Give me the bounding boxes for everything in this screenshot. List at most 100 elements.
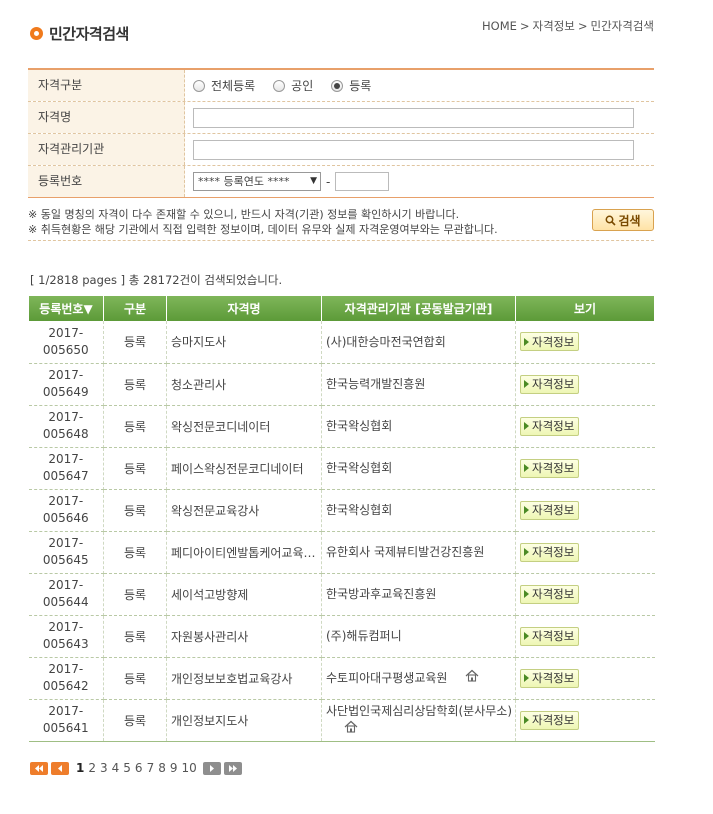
info-button-label: 자격정보 xyxy=(532,377,575,391)
arrow-right-icon xyxy=(209,764,214,772)
breadcrumb-separator: > xyxy=(519,19,530,33)
next-page-button[interactable] xyxy=(202,761,221,775)
regno-year: 2017- xyxy=(48,410,84,424)
column-header-regno[interactable]: 등록번호▼ xyxy=(28,296,104,321)
first-page-button[interactable] xyxy=(30,761,48,775)
arrow-right-icon xyxy=(524,674,529,682)
qualification-name-link[interactable]: 청소관리사 xyxy=(171,378,226,392)
qualification-name-link[interactable]: 세이석고방향제 xyxy=(171,588,248,602)
regno-input[interactable] xyxy=(335,172,390,191)
regno-serial: 005644 xyxy=(42,595,89,609)
table-row: 2017- 005641 등록 개인정보지도사 사단법인국제심리상담학회(분사무소) 자격… xyxy=(28,699,655,742)
regno-cell: 2017- 005644 xyxy=(28,573,104,616)
qualification-name-cell: 자원봉사관리사 xyxy=(166,615,322,658)
page-number-7[interactable]: 7 xyxy=(147,761,155,775)
qualification-name-cell: 페디아이티엔발톱케어교육… xyxy=(166,531,322,574)
qualification-info-button[interactable]: 자격정보 xyxy=(520,668,580,688)
org-cell: 한국왁싱협회 xyxy=(321,447,516,490)
info-button-label: 자격정보 xyxy=(532,713,575,727)
breadcrumb-home[interactable]: HOME xyxy=(482,19,517,33)
arrow-right-icon xyxy=(524,380,529,388)
home-icon[interactable] xyxy=(465,669,479,687)
arrow-right-icon xyxy=(524,337,529,346)
radio-all-registered[interactable]: 전체등록 xyxy=(193,77,255,94)
year-select[interactable]: **** 등록연도 **** ▼ xyxy=(193,172,321,191)
qualification-name-cell: 왁싱전문교육강사 xyxy=(166,489,322,532)
radio-button[interactable] xyxy=(193,79,205,92)
qualification-info-button[interactable]: 자격정보 xyxy=(520,416,580,436)
page-number-10[interactable]: 10 xyxy=(181,761,196,775)
regno-serial: 005648 xyxy=(42,427,89,441)
radio-button[interactable] xyxy=(331,79,344,92)
search-button[interactable]: 검색 xyxy=(592,209,654,231)
qualification-name-link[interactable]: 왁싱전문코디네이터 xyxy=(171,420,270,434)
regno-label: 등록번호 xyxy=(28,166,185,197)
page-number-8[interactable]: 8 xyxy=(158,761,166,775)
type-cell: 등록 xyxy=(103,699,167,742)
qualification-name-link[interactable]: 개인정보지도사 xyxy=(171,714,248,728)
view-cell: 자격정보 xyxy=(515,531,655,574)
qualification-name-link[interactable]: 페디아이티엔발톱케어교육… xyxy=(171,546,315,560)
breadcrumb-qualification-info[interactable]: 자격정보 xyxy=(533,18,575,34)
qualification-name-link[interactable]: 자원봉사관리사 xyxy=(171,630,248,644)
last-page-button[interactable] xyxy=(223,761,242,775)
info-button-label: 자격정보 xyxy=(532,629,575,643)
qualification-info-button[interactable]: 자격정보 xyxy=(520,542,580,562)
qualification-info-button[interactable]: 자격정보 xyxy=(520,500,580,520)
qualification-name-link[interactable]: 승마지도사 xyxy=(171,335,226,349)
prev-page-button[interactable] xyxy=(51,761,69,775)
view-cell: 자격정보 xyxy=(515,657,655,700)
qualification-name-link[interactable]: 페이스왁싱전문코디네이터 xyxy=(171,462,303,476)
page-number-4[interactable]: 4 xyxy=(112,761,120,775)
qualification-info-button[interactable]: 자격정보 xyxy=(520,710,580,730)
regno-cell: 2017- 005649 xyxy=(28,363,104,406)
column-header-type: 구분 xyxy=(103,296,167,321)
page-number-6[interactable]: 6 xyxy=(135,761,143,775)
home-icon[interactable] xyxy=(344,720,358,738)
name-label: 자격명 xyxy=(28,102,185,133)
breadcrumb: HOME > 자격정보 > 민간자격검색 xyxy=(482,18,654,34)
radio-certified[interactable]: 공인 xyxy=(273,77,313,94)
regno-year: 2017- xyxy=(48,452,84,466)
page-number-5[interactable]: 5 xyxy=(123,761,131,775)
radio-registered[interactable]: 등록 xyxy=(331,77,371,94)
org-name: (사)대한승마전국연합회 xyxy=(326,334,446,349)
qualification-name-cell: 승마지도사 xyxy=(166,321,322,364)
info-button-label: 자격정보 xyxy=(532,461,575,475)
qualification-name-cell: 개인정보지도사 xyxy=(166,699,322,742)
qualification-name-link[interactable]: 개인정보보호법교육강사 xyxy=(171,672,292,686)
qualification-info-button[interactable]: 자격정보 xyxy=(520,374,580,394)
radio-label: 등록 xyxy=(349,79,372,93)
type-radio-group: 전체등록 공인 등록 xyxy=(185,70,654,101)
radio-button[interactable] xyxy=(273,79,286,92)
regno-cell: 2017- 005648 xyxy=(28,405,104,448)
regno-serial: 005649 xyxy=(42,385,89,399)
qualification-info-button[interactable]: 자격정보 xyxy=(520,626,580,646)
page-number-9[interactable]: 9 xyxy=(170,761,178,775)
org-name: (주)해듀컴퍼니 xyxy=(326,629,402,643)
regno-year: 2017- xyxy=(48,662,84,676)
page-number-1[interactable]: 1 xyxy=(76,761,84,775)
type-cell: 등록 xyxy=(103,447,167,490)
view-cell: 자격정보 xyxy=(515,321,655,364)
regno-year: 2017- xyxy=(48,536,84,550)
org-name-input[interactable] xyxy=(193,139,634,160)
view-cell: 자격정보 xyxy=(515,573,655,616)
view-cell: 자격정보 xyxy=(515,489,655,532)
qualification-info-button[interactable]: 자격정보 xyxy=(520,332,580,352)
type-cell: 등록 xyxy=(103,321,167,364)
qualification-name-input[interactable] xyxy=(193,107,634,128)
title-bullet-icon xyxy=(30,27,43,40)
table-row: 2017- 005648 등록 왁싱전문코디네이터 한국왁싱협회 자격정보 xyxy=(28,405,655,448)
page-number-3[interactable]: 3 xyxy=(100,761,108,775)
org-name: 한국방과후교육진흥원 xyxy=(326,587,437,601)
org-cell: 한국방과후교육진흥원 xyxy=(321,573,516,616)
page-number-2[interactable]: 2 xyxy=(88,761,96,775)
regno-serial: 005642 xyxy=(42,679,89,693)
qualification-info-button[interactable]: 자격정보 xyxy=(520,458,580,478)
regno-serial: 005650 xyxy=(42,342,89,357)
qualification-info-button[interactable]: 자격정보 xyxy=(520,584,580,604)
qualification-name-cell: 개인정보보호법교육강사 xyxy=(166,657,322,700)
qualification-name-link[interactable]: 왁싱전문교육강사 xyxy=(171,504,259,518)
view-cell: 자격정보 xyxy=(515,615,655,658)
